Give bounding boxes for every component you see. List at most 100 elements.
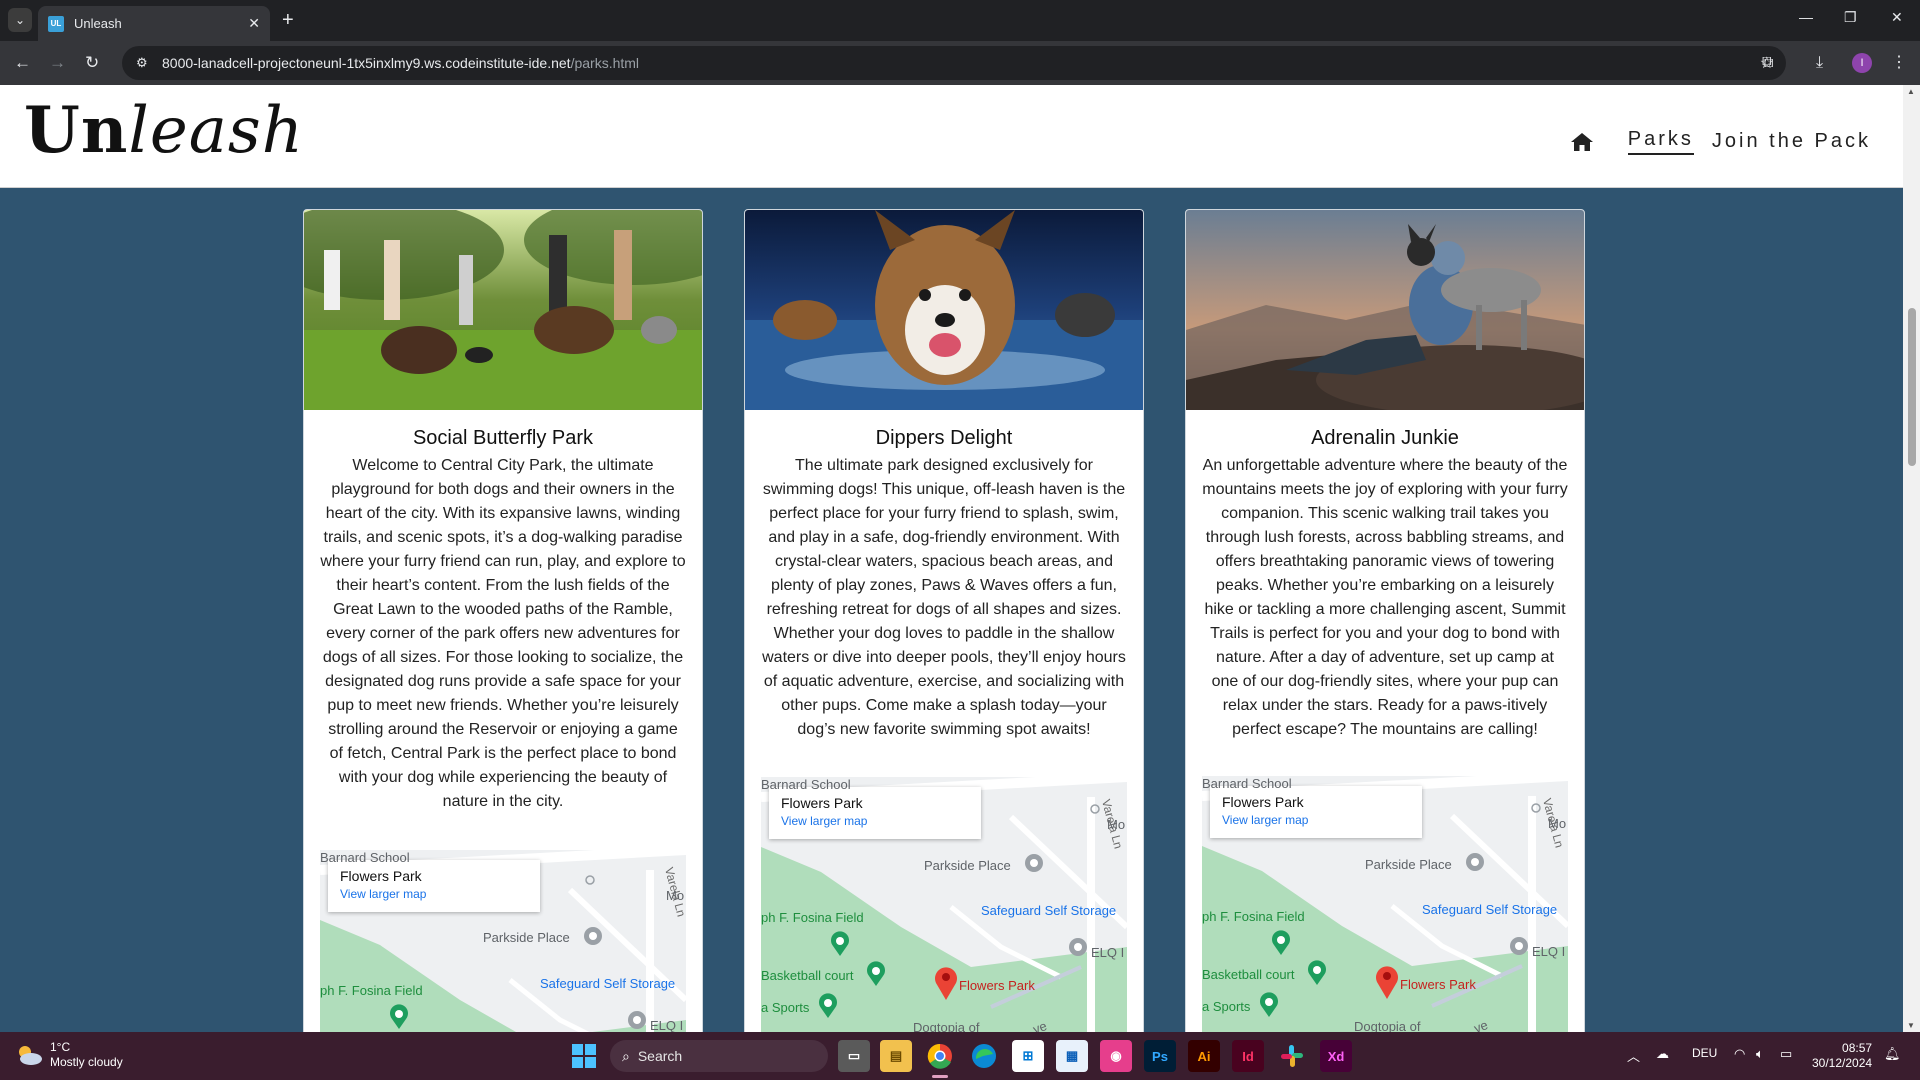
card-description: An unforgettable adventure where the bea… — [1202, 457, 1568, 738]
windows-start-icon[interactable] — [572, 1044, 596, 1068]
notification-bell-icon[interactable]: 🔔︎ — [1884, 1046, 1901, 1062]
weather-widget[interactable]: 1°C Mostly cloudy — [14, 1040, 123, 1070]
map-label-elq: ELQ I — [650, 1018, 684, 1032]
url-text[interactable]: 8000-lanadcell-projectoneunl-1tx5inxlmy9… — [162, 55, 639, 71]
map-pin-icon[interactable] — [388, 1004, 410, 1030]
weather-condition: Mostly cloudy — [50, 1055, 123, 1069]
download-icon[interactable]: ⤓ — [1816, 53, 1823, 73]
park-cards: Social Butterfly Park Welcome to Central… — [303, 209, 1585, 1032]
map-pin-icon[interactable] — [817, 993, 839, 1019]
map-label-mo: Mo — [1107, 817, 1126, 832]
map-pin-icon[interactable] — [626, 1010, 648, 1032]
view-larger-map-link[interactable]: View larger map — [781, 814, 969, 828]
map-label-basketball: Basketball court — [761, 968, 854, 983]
map-pin-icon[interactable] — [829, 931, 851, 957]
file-explorer-icon[interactable]: ▤ — [880, 1040, 912, 1072]
map-label-storage: Safeguard Self Storage — [1422, 902, 1558, 917]
map-info-card: Flowers Park View larger map — [769, 787, 981, 839]
illustrator-icon[interactable]: Ai — [1188, 1040, 1220, 1072]
address-bar[interactable]: ⚙ 8000-lanadcell-projectoneunl-1tx5inxlm… — [122, 46, 1786, 80]
map-pin-icon[interactable] — [1508, 936, 1530, 958]
scroll-down-arrow-icon[interactable]: ▼ — [1907, 1021, 1915, 1030]
new-tab-icon[interactable]: + — [282, 8, 294, 32]
map-label-parkside: Parkside Place — [924, 858, 1011, 873]
park-photo-dogs-on-lawn — [304, 210, 702, 410]
map-pin-icon[interactable] — [1258, 992, 1280, 1018]
map-pin-icon[interactable] — [1464, 852, 1486, 874]
map-location-marker-icon[interactable] — [933, 965, 959, 1001]
card-title: Social Butterfly Park — [412, 427, 594, 449]
map-label-flowers: Flowers Park — [959, 978, 1035, 993]
minimize-icon[interactable]: — — [1799, 9, 1813, 25]
tab-search-button[interactable]: ⌄ — [8, 8, 32, 32]
page-viewport: Unleash Parks Join the Pack Social Butte… — [0, 85, 1903, 1032]
taskbar-clock[interactable]: 08:57 30/12/2024 — [1812, 1041, 1872, 1071]
map-place-name: Flowers Park — [781, 795, 863, 811]
onedrive-cloud-icon[interactable]: ☁ — [1656, 1046, 1669, 1062]
nav-link-join-the-pack[interactable]: Join the Pack — [1712, 130, 1871, 153]
embedded-map[interactable]: Flowers Park View larger map Barnard Sch… — [320, 850, 686, 1032]
view-larger-map-link[interactable]: View larger map — [1222, 813, 1410, 827]
taskbar-search[interactable]: ⌕ Search — [610, 1040, 828, 1072]
indesign-icon[interactable]: Id — [1232, 1040, 1264, 1072]
scroll-up-arrow-icon[interactable]: ▲ — [1907, 87, 1915, 96]
browser-toolbar: ← → ↻ ⚙ 8000-lanadcell-projectoneunl-1tx… — [0, 41, 1920, 85]
restore-icon[interactable]: ❐ — [1844, 9, 1857, 26]
home-icon[interactable] — [1570, 132, 1594, 152]
scrollbar-thumb[interactable] — [1908, 308, 1916, 466]
map-pin-icon[interactable] — [1270, 930, 1292, 956]
tray-chevron-up-icon[interactable]: ︿ — [1627, 1046, 1640, 1065]
map-location-marker-icon[interactable] — [1374, 964, 1400, 1000]
reload-icon[interactable]: ↻ — [85, 53, 99, 73]
map-pin-icon[interactable] — [582, 926, 604, 948]
task-view-icon[interactable]: ▭ — [838, 1040, 870, 1072]
embedded-map[interactable]: Flowers Park View larger map Barnard Sch… — [1202, 776, 1568, 1032]
tab-close-icon[interactable]: ✕ — [248, 15, 260, 32]
clock-date: 30/12/2024 — [1812, 1056, 1873, 1070]
wifi-icon[interactable]: ◠ — [1734, 1046, 1745, 1062]
map-pin-icon[interactable] — [1023, 853, 1045, 875]
extensions-icon[interactable]: ⧉ — [1762, 53, 1773, 73]
calendar-icon[interactable]: ▦ — [1056, 1040, 1088, 1072]
park-card: Dippers Delight The ultimate park design… — [744, 209, 1144, 1032]
url-path: /parks.html — [570, 55, 640, 71]
page-scrollbar[interactable]: ▲ ▼ — [1903, 85, 1920, 1032]
browser-tab[interactable]: UL Unleash ✕ — [38, 6, 270, 41]
main-nav: Parks Join the Pack — [1570, 128, 1871, 155]
map-label-flowers: Flowers Park — [1400, 977, 1476, 992]
battery-icon[interactable]: ▭ — [1780, 1046, 1792, 1062]
map-place-name: Flowers Park — [1222, 794, 1304, 810]
search-icon: ⌕ — [622, 1047, 630, 1064]
site-favicon-icon: UL — [48, 15, 64, 32]
menu-icon[interactable]: ⋮ — [1891, 53, 1907, 73]
adobe-xd-icon[interactable]: Xd — [1320, 1040, 1352, 1072]
back-icon[interactable]: ← — [14, 53, 31, 73]
map-pin-icon[interactable] — [865, 961, 887, 987]
nav-link-parks[interactable]: Parks — [1627, 128, 1694, 155]
window-close-icon[interactable]: ✕ — [1891, 9, 1903, 26]
edge-icon[interactable] — [968, 1040, 1000, 1072]
map-pin-icon[interactable] — [1306, 960, 1328, 986]
slack-icon[interactable] — [1276, 1040, 1308, 1072]
input-language[interactable]: DEU — [1692, 1046, 1717, 1060]
map-info-card: Flowers Park View larger map — [1210, 786, 1422, 838]
volume-icon[interactable]: 🔈︎ — [1756, 1046, 1764, 1062]
embedded-map[interactable]: Flowers Park View larger map Barnard Sch… — [761, 777, 1127, 1032]
photoshop-icon[interactable]: Ps — [1144, 1040, 1176, 1072]
site-info-icon[interactable]: ⚙ — [136, 55, 156, 71]
map-pin-icon[interactable] — [1067, 937, 1089, 959]
map-place-name: Flowers Park — [340, 868, 422, 884]
profile-avatar[interactable]: I — [1852, 53, 1872, 73]
view-larger-map-link[interactable]: View larger map — [340, 887, 528, 901]
active-app-indicator — [932, 1075, 948, 1078]
store-icon[interactable]: ⊞ — [1012, 1040, 1044, 1072]
weather-temperature: 1°C — [50, 1040, 71, 1054]
chrome-icon[interactable] — [924, 1040, 956, 1072]
map-label-parkside: Parkside Place — [483, 930, 570, 945]
park-photo-dogs-swimming — [745, 210, 1143, 410]
photos-icon[interactable]: ◉ — [1100, 1040, 1132, 1072]
forward-icon[interactable]: → — [49, 53, 66, 73]
map-label-parkside: Parkside Place — [1365, 857, 1452, 872]
site-logo[interactable]: Unleash — [24, 93, 304, 168]
tab-title: Unleash — [74, 16, 122, 31]
